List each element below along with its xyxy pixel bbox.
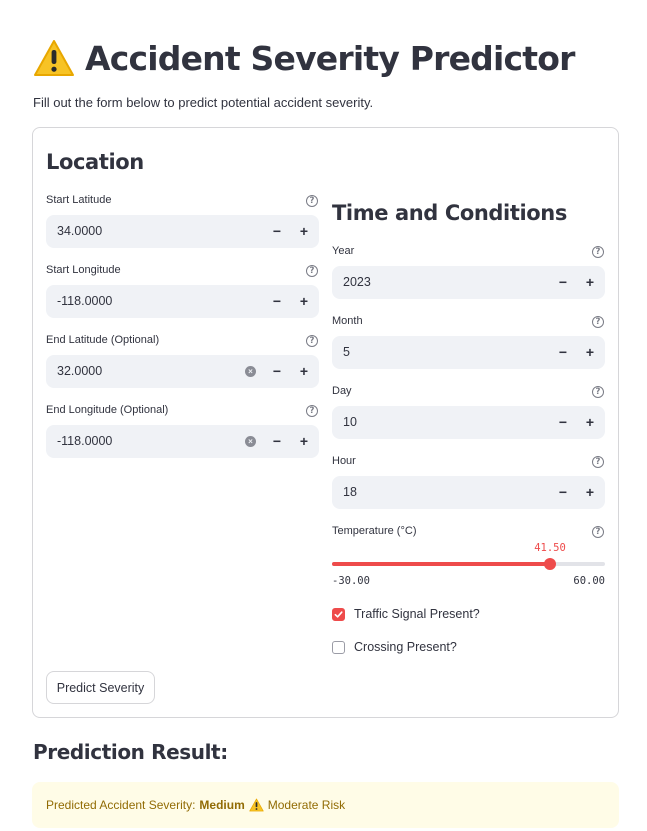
increment-button[interactable]: + [577,266,603,299]
end-longitude-input[interactable]: -118.0000 × − + [46,425,319,458]
decrement-button[interactable]: − [264,215,290,248]
help-icon[interactable]: ? [306,405,318,417]
traffic-signal-checkbox[interactable]: Traffic Signal Present? [332,607,480,621]
help-icon[interactable]: ? [306,195,318,207]
increment-button[interactable]: + [291,285,317,318]
end-longitude-value[interactable]: -118.0000 [57,425,112,458]
clear-icon[interactable]: × [245,436,256,447]
conditions-heading: Time and Conditions [332,201,567,225]
warning-icon [249,798,264,812]
year-label: Year [332,245,355,257]
help-icon[interactable]: ? [592,456,604,468]
start-latitude-label: Start Latitude [46,194,112,206]
increment-button[interactable]: + [291,425,317,458]
year-input[interactable]: 2023 − + [332,266,605,299]
help-icon[interactable]: ? [592,246,604,258]
month-input[interactable]: 5 − + [332,336,605,369]
help-icon[interactable]: ? [306,265,318,277]
end-latitude-value[interactable]: 32.0000 [57,355,102,388]
start-latitude-input[interactable]: 34.0000 − + [46,215,319,248]
end-latitude-label: End Latitude (Optional) [46,334,160,346]
decrement-button[interactable]: − [550,266,576,299]
result-risk: Moderate Risk [267,798,346,812]
location-heading: Location [46,150,144,174]
increment-button[interactable]: + [577,476,603,509]
temperature-max: 60.00 [573,575,605,587]
help-icon[interactable]: ? [592,386,604,398]
hour-label: Hour [332,455,356,467]
page-header: Accident Severity Predictor [33,30,575,86]
slider-fill [332,562,550,566]
start-longitude-label: Start Longitude [46,264,121,276]
start-longitude-value[interactable]: -118.0000 [57,285,112,318]
slider-thumb[interactable] [544,558,556,570]
decrement-button[interactable]: − [550,406,576,439]
crossing-label[interactable]: Crossing Present? [354,640,457,654]
temperature-label: Temperature (°C) [332,525,417,537]
increment-button[interactable]: + [577,336,603,369]
hour-value[interactable]: 18 [343,476,357,509]
month-label: Month [332,315,363,327]
increment-button[interactable]: + [291,355,317,388]
help-icon[interactable]: ? [592,316,604,328]
help-icon[interactable]: ? [306,335,318,347]
result-heading: Prediction Result: [33,740,228,764]
hour-input[interactable]: 18 − + [332,476,605,509]
start-longitude-input[interactable]: -118.0000 − + [46,285,319,318]
decrement-button[interactable]: − [550,476,576,509]
day-value[interactable]: 10 [343,406,357,439]
page-title: Accident Severity Predictor [85,38,575,78]
temperature-slider[interactable] [332,558,605,570]
end-latitude-input[interactable]: 32.0000 × − + [46,355,319,388]
warning-icon [34,40,74,76]
start-latitude-value[interactable]: 34.0000 [57,215,102,248]
end-longitude-label: End Longitude (Optional) [46,404,169,416]
result-prefix: Predicted Accident Severity: [46,798,196,812]
increment-button[interactable]: + [291,215,317,248]
check-icon[interactable] [332,607,345,621]
temperature-value: 41.50 [534,542,566,554]
result-severity: Medium [199,798,245,812]
crossing-checkbox[interactable]: Crossing Present? [332,640,457,654]
checkbox-box[interactable] [332,640,345,654]
temperature-min: -30.00 [332,575,370,587]
day-label: Day [332,385,352,397]
help-icon[interactable]: ? [592,526,604,538]
predict-severity-button[interactable]: Predict Severity [46,671,155,704]
month-value[interactable]: 5 [343,336,350,369]
decrement-button[interactable]: − [264,425,290,458]
decrement-button[interactable]: − [264,285,290,318]
clear-icon[interactable]: × [245,366,256,377]
day-input[interactable]: 10 − + [332,406,605,439]
decrement-button[interactable]: − [264,355,290,388]
page-subtitle: Fill out the form below to predict poten… [33,95,374,110]
year-value[interactable]: 2023 [343,266,371,299]
traffic-signal-label[interactable]: Traffic Signal Present? [354,607,480,621]
increment-button[interactable]: + [577,406,603,439]
result-alert: Predicted Accident Severity: Medium Mode… [32,782,619,828]
decrement-button[interactable]: − [550,336,576,369]
